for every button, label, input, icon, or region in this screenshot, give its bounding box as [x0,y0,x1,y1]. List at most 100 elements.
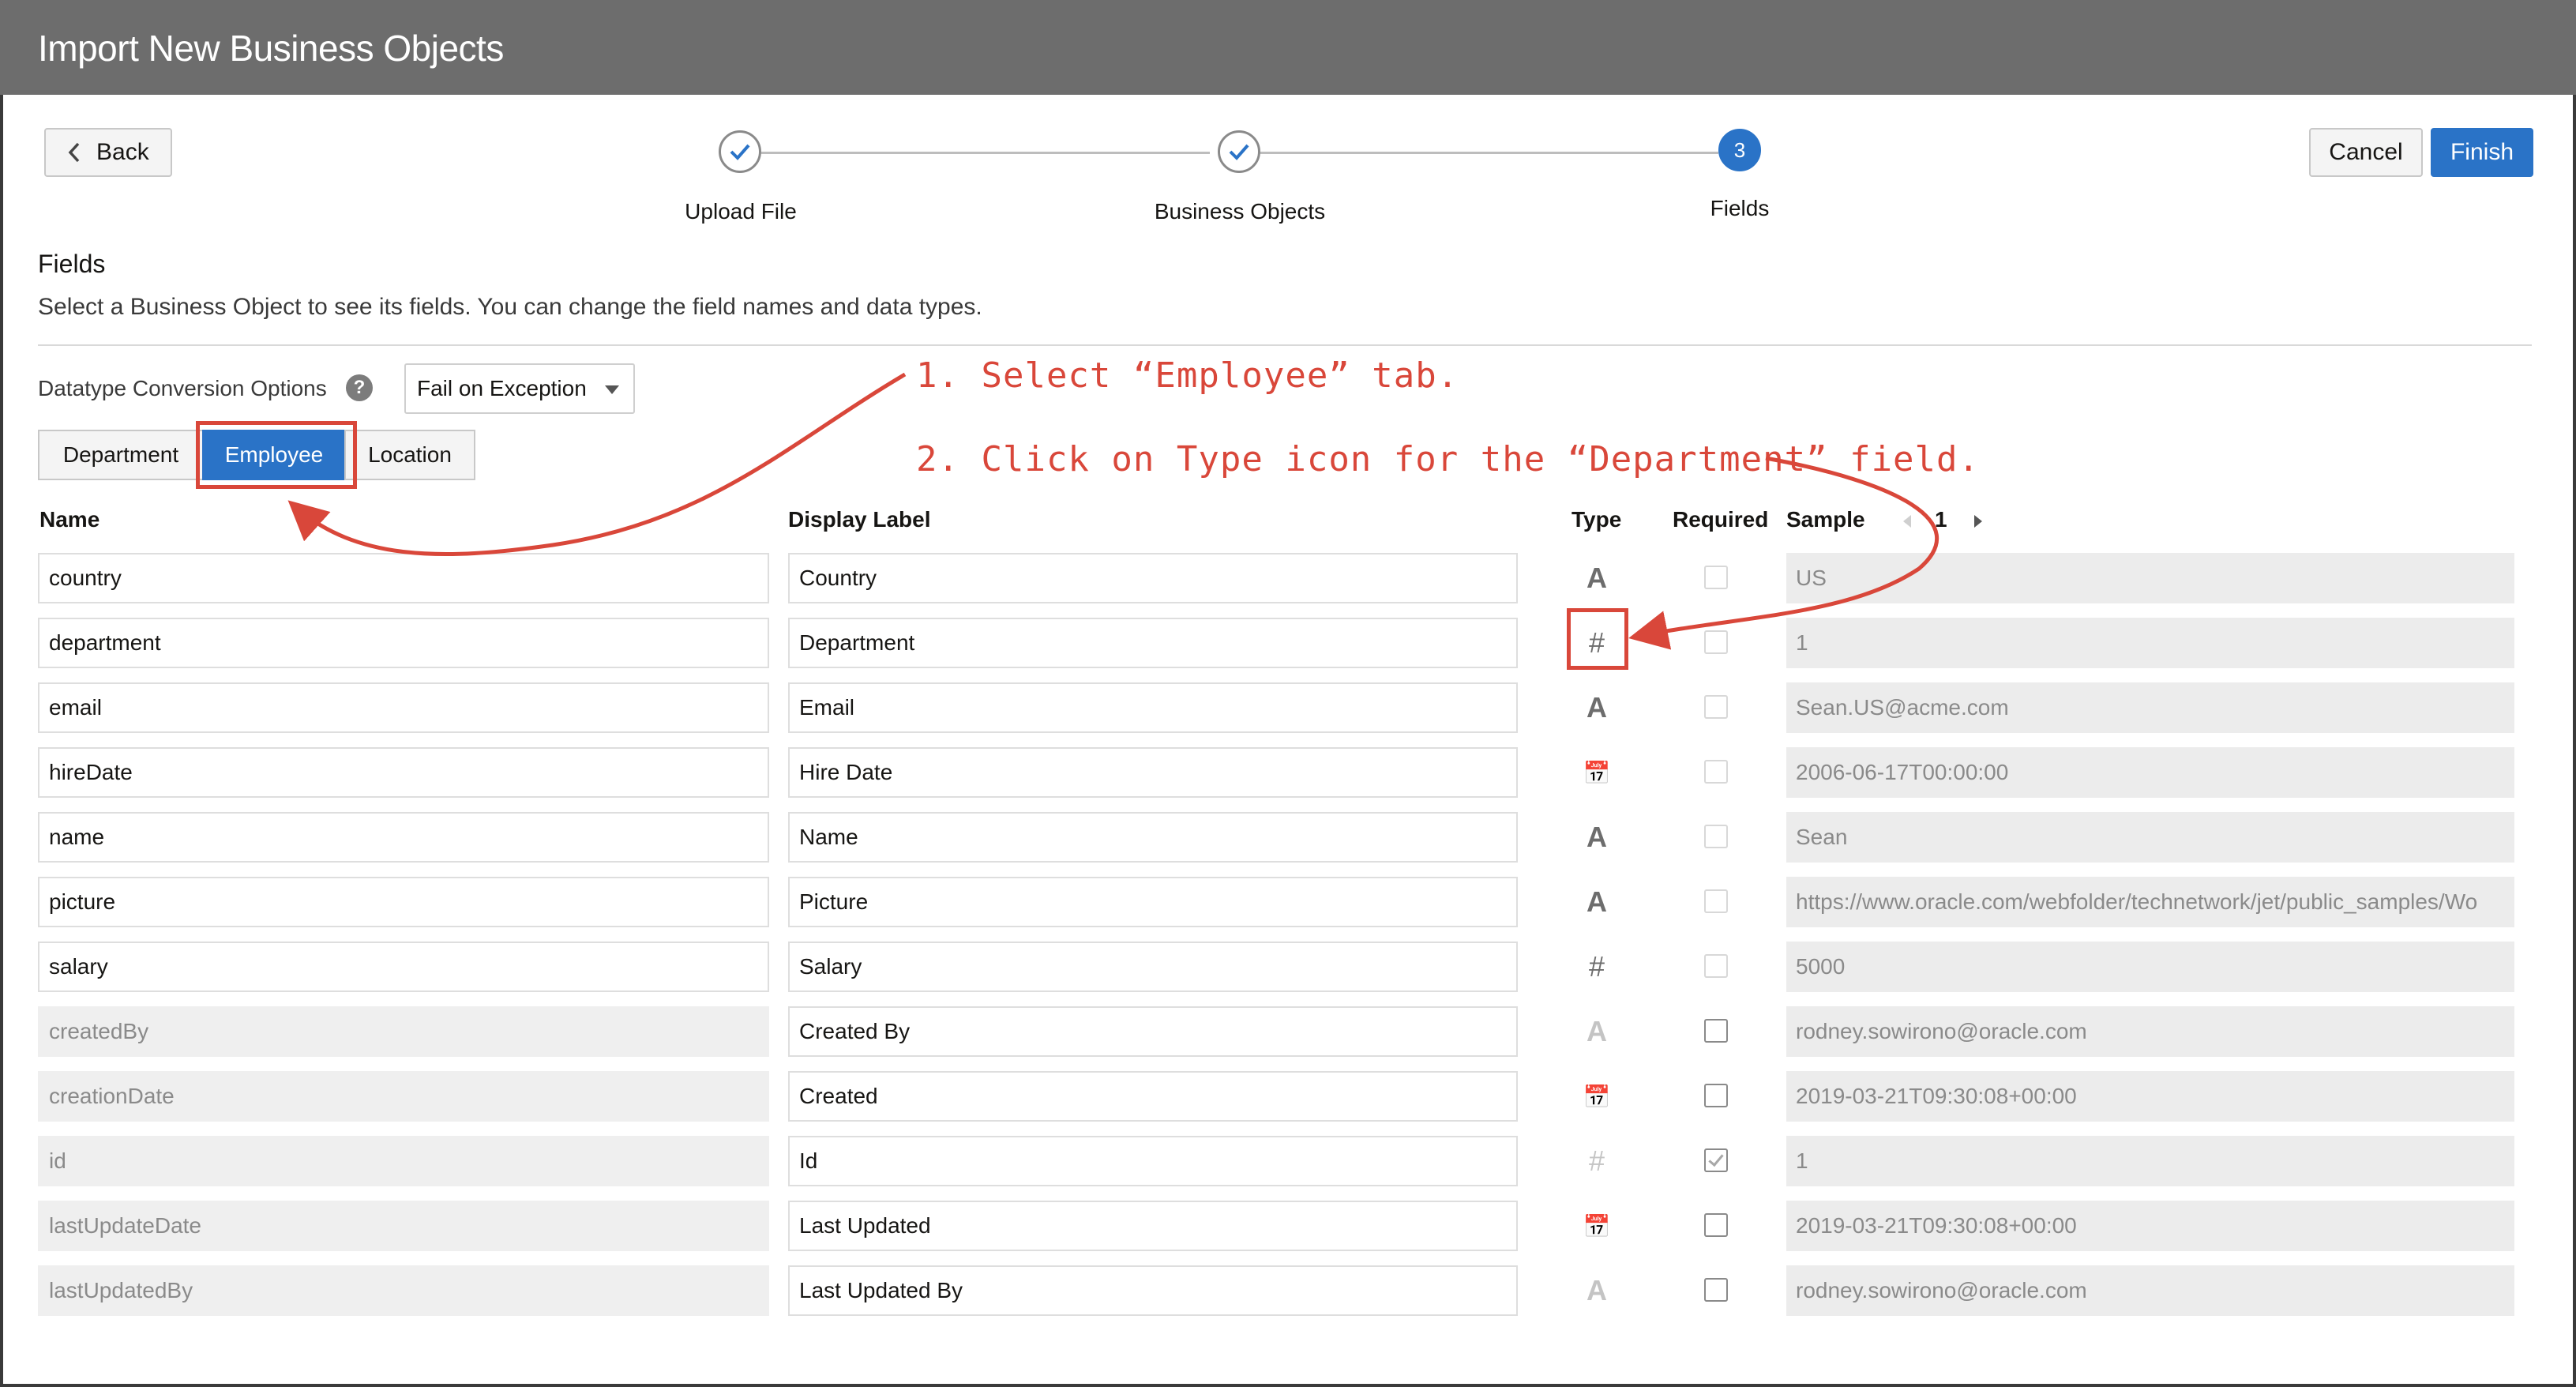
display-label-field[interactable]: Last Updated [788,1201,1518,1251]
number-type-icon[interactable]: # [1573,942,1620,992]
required-checkbox [1704,760,1728,784]
annotation-highlight-employee-tab [196,421,357,489]
calendar-type-icon: 📅 [1583,1084,1611,1109]
back-label: Back [96,139,149,165]
finish-button[interactable]: Finish [2431,128,2533,177]
caret-down-icon [605,385,619,394]
required-checkbox [1704,695,1728,719]
column-header-required[interactable]: Required [1673,507,1768,532]
required-checkbox [1704,954,1728,978]
required-checkbox[interactable] [1704,1084,1728,1107]
required-checkbox [1704,825,1728,848]
sample-value: 1 [1786,1136,2514,1186]
sample-value: 2019-03-21T09:30:08+00:00 [1786,1071,2514,1122]
sample-value: 2019-03-21T09:30:08+00:00 [1786,1201,2514,1251]
train-connector-2 [1260,152,1718,154]
tab-department[interactable]: Department [38,430,204,480]
dialog-title: Import New Business Objects [38,28,504,69]
annotation-step-2: 2. Click on Type icon for the “Departmen… [916,439,1981,479]
divider [38,344,2532,346]
sample-value: rodney.sowirono@oracle.com [1786,1265,2514,1316]
name-field: creationDate [38,1071,769,1122]
display-label-field[interactable]: Last Updated By [788,1265,1518,1316]
sample-value: https://www.oracle.com/webfolder/technet… [1786,877,2514,927]
train-step-business-objects[interactable] [1218,130,1260,173]
display-label-field[interactable]: Department [788,618,1518,668]
previous-sample-icon[interactable] [1903,515,1911,528]
annotation-step-1: 1. Select “Employee” tab. [916,355,1459,396]
sample-value: rodney.sowirono@oracle.com [1786,1006,2514,1057]
conversion-options-label: Datatype Conversion Options [38,376,327,400]
text-type-icon[interactable]: A [1573,553,1620,603]
sample-value: Sean [1786,812,2514,863]
required-checkbox[interactable] [1704,1278,1728,1302]
calendar-type-icon: 📅 [1583,1213,1611,1239]
step-label-upload-file: Upload File [685,199,797,224]
required-checkbox [1704,889,1728,913]
section-title: Fields [38,250,106,278]
column-header-name[interactable]: Name [39,507,100,532]
conversion-options-value: Fail on Exception [417,376,587,400]
text-type-icon: A [1587,1274,1607,1306]
number-type-icon: # [1588,1145,1605,1177]
chevron-left-icon [68,142,80,163]
display-label-field[interactable]: Id [788,1136,1518,1186]
text-type-icon[interactable]: A [1573,877,1620,927]
name-field[interactable]: hireDate [38,747,769,798]
check-icon [730,144,750,160]
tab-location[interactable]: Location [344,430,475,480]
name-field: id [38,1136,769,1186]
required-checkbox [1704,630,1728,654]
dialog-titlebar: Import New Business Objects [0,0,2576,95]
required-checkbox[interactable] [1704,1213,1728,1237]
display-label-field[interactable]: Name [788,812,1518,863]
step-number: 3 [1733,137,1746,162]
column-header-sample[interactable]: Sample [1786,507,1865,532]
sample-page-number: 1 [1935,507,1947,532]
conversion-options-select[interactable]: Fail on Exception [404,363,635,414]
display-label-field[interactable]: Created [788,1071,1518,1122]
annotation-highlight-type-icon [1567,608,1628,670]
step-label-business-objects: Business Objects [1154,199,1326,224]
name-field[interactable]: picture [38,877,769,927]
name-field: lastUpdatedBy [38,1265,769,1316]
name-field[interactable]: department [38,618,769,668]
display-label-field[interactable]: Created By [788,1006,1518,1057]
sample-value: US [1786,553,2514,603]
display-label-field[interactable]: Hire Date [788,747,1518,798]
sample-value: 2006-06-17T00:00:00 [1786,747,2514,798]
train-step-fields[interactable]: 3 [1718,129,1761,171]
train-connector-1 [761,152,1210,154]
step-label-fields: Fields [1710,196,1770,220]
display-label-field[interactable]: Email [788,682,1518,733]
name-field[interactable]: country [38,553,769,603]
name-field[interactable]: salary [38,942,769,992]
required-checkbox[interactable] [1704,1148,1728,1172]
text-type-icon[interactable]: A [1573,812,1620,863]
help-icon[interactable]: ? [346,374,373,401]
sample-value: Sean.US@acme.com [1786,682,2514,733]
column-header-display-label[interactable]: Display Label [788,507,931,532]
next-sample-icon[interactable] [1974,515,1982,528]
name-field[interactable]: email [38,682,769,733]
required-checkbox [1704,566,1728,589]
display-label-field[interactable]: Picture [788,877,1518,927]
calendar-type-icon[interactable]: 📅 [1573,747,1620,798]
name-field: lastUpdateDate [38,1201,769,1251]
name-field[interactable]: name [38,812,769,863]
required-checkbox[interactable] [1704,1019,1728,1043]
display-label-field[interactable]: Country [788,553,1518,603]
text-type-icon: A [1587,1015,1607,1047]
train-step-upload-file[interactable] [719,130,761,173]
cancel-button[interactable]: Cancel [2309,128,2423,177]
display-label-field[interactable]: Salary [788,942,1518,992]
section-description: Select a Business Object to see its fiel… [38,294,982,320]
check-icon [1708,1150,1724,1167]
text-type-icon[interactable]: A [1573,682,1620,733]
back-button[interactable]: Back [44,128,172,177]
column-header-type[interactable]: Type [1572,507,1621,532]
sample-value: 1 [1786,618,2514,668]
name-field: createdBy [38,1006,769,1057]
check-icon [1229,144,1249,160]
sample-value: 5000 [1786,942,2514,992]
